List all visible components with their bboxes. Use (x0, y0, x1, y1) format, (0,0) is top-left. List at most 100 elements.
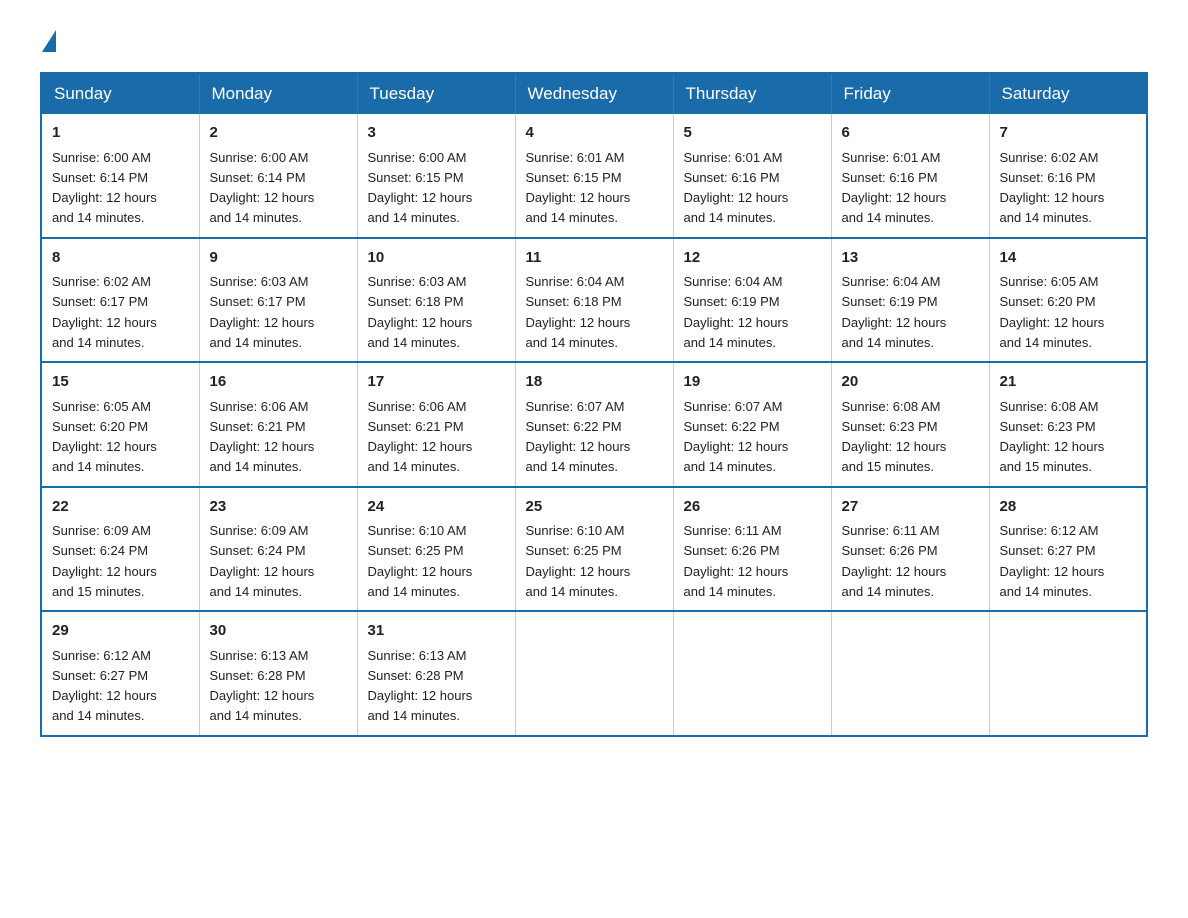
day-number: 14 (1000, 247, 1137, 270)
day-info: Sunrise: 6:12 AMSunset: 6:27 PMDaylight:… (52, 648, 157, 724)
calendar-cell: 17 Sunrise: 6:06 AMSunset: 6:21 PMDayligh… (357, 362, 515, 487)
day-info: Sunrise: 6:04 AMSunset: 6:18 PMDaylight:… (526, 274, 631, 350)
calendar-cell: 19 Sunrise: 6:07 AMSunset: 6:22 PMDayligh… (673, 362, 831, 487)
day-info: Sunrise: 6:04 AMSunset: 6:19 PMDaylight:… (842, 274, 947, 350)
calendar-cell: 9Sunrise: 6:03 AMSunset: 6:17 PMDaylight… (199, 238, 357, 363)
calendar-cell (673, 611, 831, 736)
day-number: 6 (842, 122, 979, 145)
day-number: 8 (52, 247, 189, 270)
day-number: 2 (210, 122, 347, 145)
day-number: 31 (368, 620, 505, 643)
day-number: 7 (1000, 122, 1137, 145)
calendar-cell: 2 Sunrise: 6:00 AMSunset: 6:14 PMDaylight… (199, 114, 357, 238)
day-number: 26 (684, 496, 821, 519)
day-number: 25 (526, 496, 663, 519)
day-number: 10 (368, 247, 505, 270)
day-number: 22 (52, 496, 189, 519)
calendar-cell: 21 Sunrise: 6:08 AMSunset: 6:23 PMDayligh… (989, 362, 1147, 487)
calendar-cell: 22 Sunrise: 6:09 AMSunset: 6:24 PMDayligh… (41, 487, 199, 612)
weekday-header-friday: Friday (831, 73, 989, 114)
weekday-header-tuesday: Tuesday (357, 73, 515, 114)
calendar-cell (831, 611, 989, 736)
day-number: 17 (368, 371, 505, 394)
day-info: Sunrise: 6:12 AMSunset: 6:27 PMDaylight:… (1000, 523, 1105, 599)
calendar-cell: 23Sunrise: 6:09 AMSunset: 6:24 PMDayligh… (199, 487, 357, 612)
calendar-cell: 11 Sunrise: 6:04 AMSunset: 6:18 PMDayligh… (515, 238, 673, 363)
day-info: Sunrise: 6:06 AMSunset: 6:21 PMDaylight:… (210, 399, 315, 475)
calendar-cell: 28 Sunrise: 6:12 AMSunset: 6:27 PMDayligh… (989, 487, 1147, 612)
calendar-week-row: 22 Sunrise: 6:09 AMSunset: 6:24 PMDayligh… (41, 487, 1147, 612)
day-number: 23 (210, 496, 347, 519)
day-number: 3 (368, 122, 505, 145)
day-info: Sunrise: 6:08 AMSunset: 6:23 PMDaylight:… (842, 399, 947, 475)
calendar-cell: 12 Sunrise: 6:04 AMSunset: 6:19 PMDayligh… (673, 238, 831, 363)
calendar-cell: 4 Sunrise: 6:01 AMSunset: 6:15 PMDaylight… (515, 114, 673, 238)
calendar-cell: 5 Sunrise: 6:01 AMSunset: 6:16 PMDaylight… (673, 114, 831, 238)
calendar-cell: 10 Sunrise: 6:03 AMSunset: 6:18 PMDayligh… (357, 238, 515, 363)
day-info: Sunrise: 6:00 AMSunset: 6:15 PMDaylight:… (368, 150, 473, 226)
day-number: 18 (526, 371, 663, 394)
day-number: 30 (210, 620, 347, 643)
day-number: 27 (842, 496, 979, 519)
day-number: 15 (52, 371, 189, 394)
calendar-cell: 8Sunrise: 6:02 AMSunset: 6:17 PMDaylight… (41, 238, 199, 363)
day-number: 28 (1000, 496, 1137, 519)
day-info: Sunrise: 6:07 AMSunset: 6:22 PMDaylight:… (526, 399, 631, 475)
weekday-header-monday: Monday (199, 73, 357, 114)
calendar-cell: 16 Sunrise: 6:06 AMSunset: 6:21 PMDayligh… (199, 362, 357, 487)
day-info: Sunrise: 6:07 AMSunset: 6:22 PMDaylight:… (684, 399, 789, 475)
day-info: Sunrise: 6:03 AMSunset: 6:17 PMDaylight:… (210, 274, 315, 350)
day-number: 21 (1000, 371, 1137, 394)
calendar-week-row: 15 Sunrise: 6:05 AMSunset: 6:20 PMDayligh… (41, 362, 1147, 487)
day-info: Sunrise: 6:10 AMSunset: 6:25 PMDaylight:… (526, 523, 631, 599)
calendar-cell: 6Sunrise: 6:01 AMSunset: 6:16 PMDaylight… (831, 114, 989, 238)
day-info: Sunrise: 6:13 AMSunset: 6:28 PMDaylight:… (210, 648, 315, 724)
day-info: Sunrise: 6:11 AMSunset: 6:26 PMDaylight:… (684, 523, 789, 599)
calendar-header-row: SundayMondayTuesdayWednesdayThursdayFrid… (41, 73, 1147, 114)
day-info: Sunrise: 6:09 AMSunset: 6:24 PMDaylight:… (52, 523, 157, 599)
day-number: 1 (52, 122, 189, 145)
calendar-cell: 14 Sunrise: 6:05 AMSunset: 6:20 PMDayligh… (989, 238, 1147, 363)
calendar-cell: 29 Sunrise: 6:12 AMSunset: 6:27 PMDayligh… (41, 611, 199, 736)
day-number: 16 (210, 371, 347, 394)
day-number: 19 (684, 371, 821, 394)
page-header (40, 30, 1148, 52)
day-number: 5 (684, 122, 821, 145)
day-number: 4 (526, 122, 663, 145)
day-number: 29 (52, 620, 189, 643)
calendar-cell (515, 611, 673, 736)
logo-triangle-icon (42, 30, 56, 52)
day-info: Sunrise: 6:10 AMSunset: 6:25 PMDaylight:… (368, 523, 473, 599)
day-number: 12 (684, 247, 821, 270)
day-info: Sunrise: 6:05 AMSunset: 6:20 PMDaylight:… (1000, 274, 1105, 350)
day-info: Sunrise: 6:06 AMSunset: 6:21 PMDaylight:… (368, 399, 473, 475)
day-info: Sunrise: 6:13 AMSunset: 6:28 PMDaylight:… (368, 648, 473, 724)
calendar-cell: 20 Sunrise: 6:08 AMSunset: 6:23 PMDayligh… (831, 362, 989, 487)
day-info: Sunrise: 6:11 AMSunset: 6:26 PMDaylight:… (842, 523, 947, 599)
day-number: 11 (526, 247, 663, 270)
weekday-header-wednesday: Wednesday (515, 73, 673, 114)
calendar-cell: 24 Sunrise: 6:10 AMSunset: 6:25 PMDayligh… (357, 487, 515, 612)
day-info: Sunrise: 6:05 AMSunset: 6:20 PMDaylight:… (52, 399, 157, 475)
day-number: 24 (368, 496, 505, 519)
calendar-cell: 3 Sunrise: 6:00 AMSunset: 6:15 PMDaylight… (357, 114, 515, 238)
day-number: 20 (842, 371, 979, 394)
weekday-header-thursday: Thursday (673, 73, 831, 114)
day-info: Sunrise: 6:08 AMSunset: 6:23 PMDaylight:… (1000, 399, 1105, 475)
calendar-cell (989, 611, 1147, 736)
day-info: Sunrise: 6:01 AMSunset: 6:15 PMDaylight:… (526, 150, 631, 226)
day-info: Sunrise: 6:03 AMSunset: 6:18 PMDaylight:… (368, 274, 473, 350)
weekday-header-saturday: Saturday (989, 73, 1147, 114)
calendar-cell: 15 Sunrise: 6:05 AMSunset: 6:20 PMDayligh… (41, 362, 199, 487)
day-info: Sunrise: 6:01 AMSunset: 6:16 PMDaylight:… (684, 150, 789, 226)
calendar-week-row: 1 Sunrise: 6:00 AMSunset: 6:14 PMDaylight… (41, 114, 1147, 238)
day-info: Sunrise: 6:00 AMSunset: 6:14 PMDaylight:… (210, 150, 315, 226)
weekday-header-sunday: Sunday (41, 73, 199, 114)
calendar-cell: 1 Sunrise: 6:00 AMSunset: 6:14 PMDaylight… (41, 114, 199, 238)
calendar-cell: 25 Sunrise: 6:10 AMSunset: 6:25 PMDayligh… (515, 487, 673, 612)
day-info: Sunrise: 6:04 AMSunset: 6:19 PMDaylight:… (684, 274, 789, 350)
calendar-cell: 26 Sunrise: 6:11 AMSunset: 6:26 PMDayligh… (673, 487, 831, 612)
calendar-week-row: 29 Sunrise: 6:12 AMSunset: 6:27 PMDayligh… (41, 611, 1147, 736)
calendar-cell: 18 Sunrise: 6:07 AMSunset: 6:22 PMDayligh… (515, 362, 673, 487)
day-info: Sunrise: 6:00 AMSunset: 6:14 PMDaylight:… (52, 150, 157, 226)
